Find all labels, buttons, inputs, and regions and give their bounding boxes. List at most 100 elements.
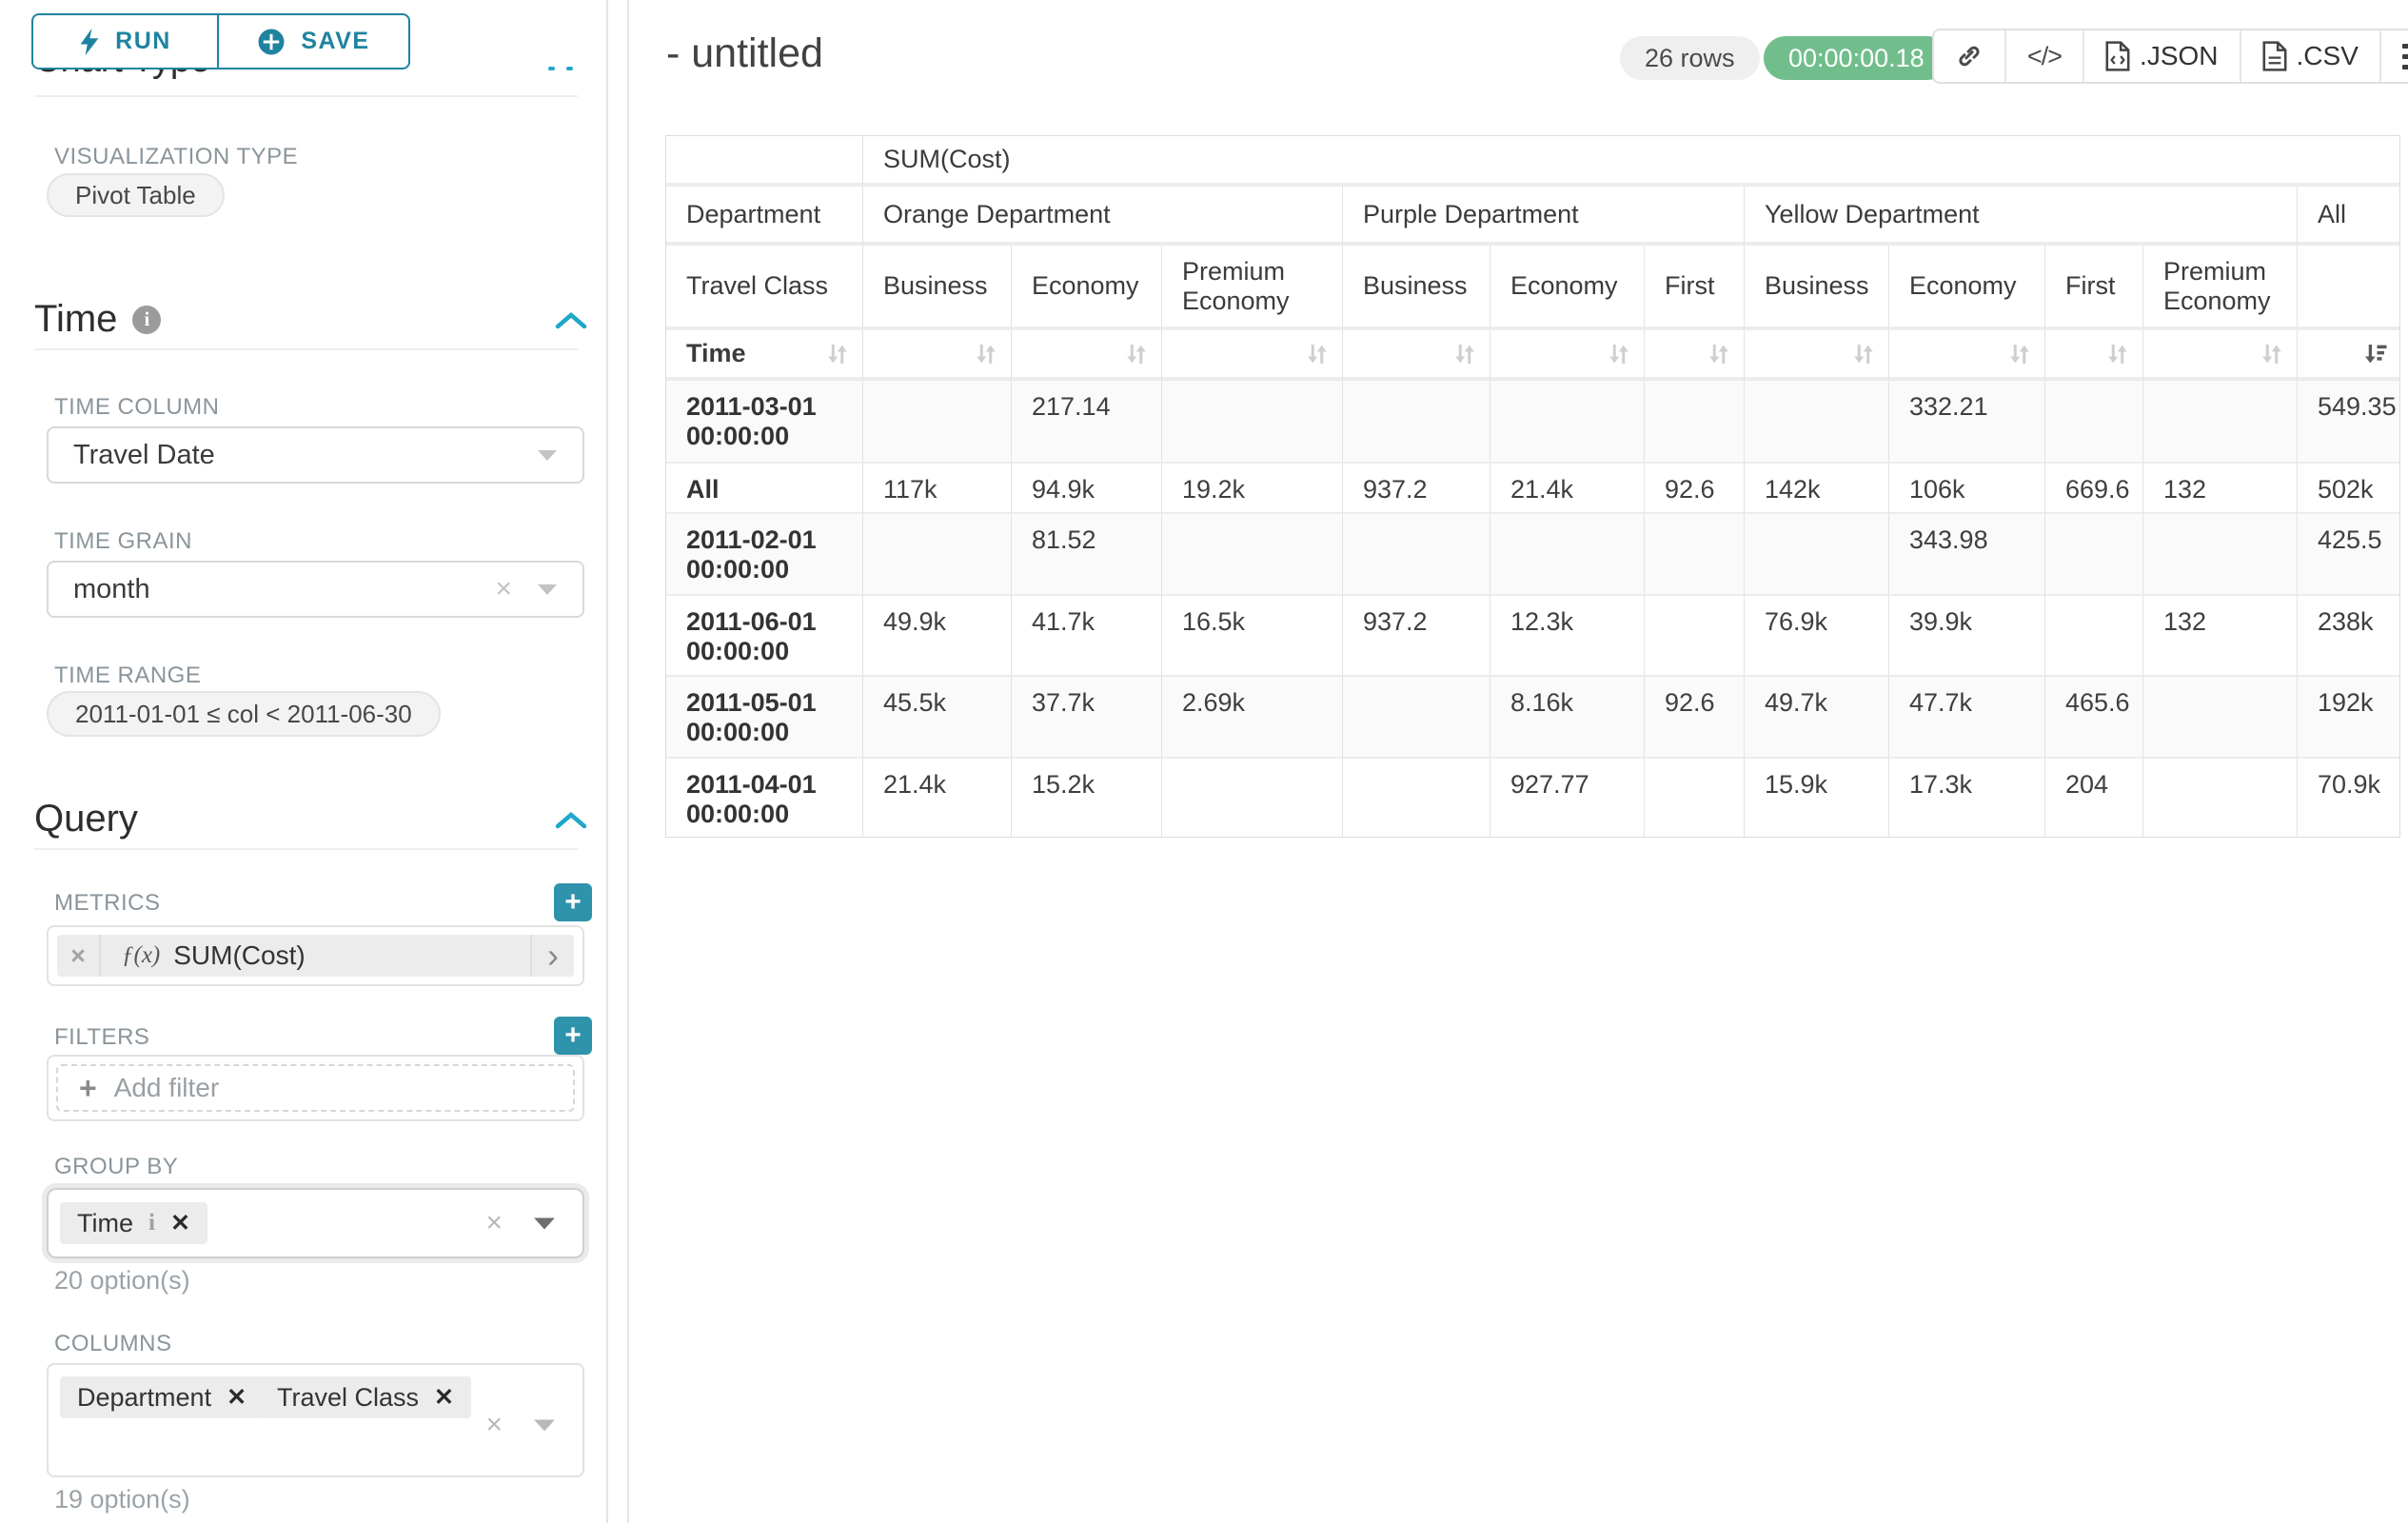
columns-chip[interactable]: Travel Class ✕ <box>260 1376 471 1418</box>
value-cell <box>2045 596 2143 677</box>
time-range-pill[interactable]: 2011-01-01 ≤ col < 2011-06-30 <box>47 691 441 737</box>
time-sort-header[interactable]: Time <box>666 330 863 381</box>
caret-down-icon <box>533 1216 556 1231</box>
bolt-icon <box>79 28 100 56</box>
expand-metric-icon[interactable]: › <box>530 935 574 977</box>
sort-icon[interactable] <box>2257 340 2287 368</box>
chart-title[interactable]: - untitled <box>666 30 823 77</box>
sort-header[interactable] <box>1490 330 1645 381</box>
panel-resize-gutter[interactable] <box>606 0 608 1523</box>
sort-desc-icon[interactable] <box>2359 340 2390 368</box>
copy-link-button[interactable] <box>1934 30 2006 82</box>
column-group-header: Yellow Department <box>1745 187 2298 246</box>
value-cell <box>1343 381 1490 464</box>
sort-header[interactable] <box>1889 330 2045 381</box>
value-cell: 238k <box>2298 596 2399 677</box>
value-cell: 343.98 <box>1889 514 2045 596</box>
time-grain-select[interactable]: month × <box>47 561 584 618</box>
pivot-corner-cell <box>666 136 863 187</box>
save-button[interactable]: SAVE <box>218 13 410 69</box>
sort-icon[interactable] <box>1121 340 1152 368</box>
add-filter-plus-button[interactable]: + <box>554 1017 592 1055</box>
table-row: 2011-06-01 00:00:0049.9k41.7k16.5k937.21… <box>666 596 2399 677</box>
time-section-heading: Time i <box>34 298 161 341</box>
column-subgroup-header: First <box>1645 246 1745 330</box>
sort-icon[interactable] <box>1704 340 1734 368</box>
clear-icon[interactable]: × <box>485 1409 503 1441</box>
value-cell <box>1162 381 1343 464</box>
clear-icon[interactable]: × <box>495 573 512 605</box>
value-cell: 927.77 <box>1490 759 1645 837</box>
value-cell <box>1645 514 1745 596</box>
time-column-select[interactable]: Travel Date <box>47 426 584 484</box>
sort-icon[interactable] <box>971 340 1001 368</box>
add-filter-button[interactable]: + Add filter <box>56 1064 575 1112</box>
collapse-time-icon[interactable] <box>554 311 588 330</box>
sort-header[interactable] <box>1012 330 1162 381</box>
sort-icon[interactable] <box>1848 340 1879 368</box>
value-cell: 16.5k <box>1162 596 1343 677</box>
remove-chip-icon[interactable]: ✕ <box>434 1383 454 1412</box>
value-cell <box>1343 759 1490 837</box>
columns-select[interactable]: Department ✕ Travel Class ✕ × <box>47 1363 584 1477</box>
sort-header-active[interactable] <box>2298 330 2399 381</box>
value-cell: 204 <box>2045 759 2143 837</box>
value-cell: 132 <box>2143 596 2298 677</box>
sort-icon[interactable] <box>1604 340 1634 368</box>
export-csv-button[interactable]: .CSV <box>2241 30 2381 82</box>
caret-down-icon <box>533 1418 556 1433</box>
sort-header[interactable] <box>1745 330 1889 381</box>
sort-icon[interactable] <box>2102 340 2133 368</box>
value-cell: 15.9k <box>1745 759 1889 837</box>
metric-chip[interactable]: × ƒ(x) SUM(Cost) › <box>57 935 574 977</box>
more-options-button[interactable] <box>2381 30 2408 82</box>
info-icon: i <box>132 306 161 334</box>
viz-type-pill[interactable]: Pivot Table <box>47 173 225 217</box>
metrics-box: × ƒ(x) SUM(Cost) › <box>47 925 584 986</box>
columns-chip[interactable]: Department ✕ <box>60 1376 264 1418</box>
sort-header[interactable] <box>1162 330 1343 381</box>
group-by-label: GROUP BY <box>54 1154 178 1180</box>
sort-icon[interactable] <box>1302 340 1332 368</box>
value-cell: 142k <box>1745 464 1889 514</box>
remove-metric-icon[interactable]: × <box>57 935 101 977</box>
time-range-label: TIME RANGE <box>54 663 201 689</box>
column-info-icon: i <box>148 1210 155 1236</box>
sort-header[interactable] <box>2045 330 2143 381</box>
embed-code-button[interactable]: </> <box>2006 30 2084 82</box>
column-subgroup-header: Economy <box>1012 246 1162 330</box>
group-by-chip[interactable]: Time i ✕ <box>60 1202 207 1244</box>
panel-drag-handle[interactable] <box>548 67 573 70</box>
table-row: 2011-03-01 00:00:00217.14332.21549.35 <box>666 381 2399 464</box>
remove-chip-icon[interactable]: ✕ <box>170 1209 190 1237</box>
sort-header[interactable] <box>1645 330 1745 381</box>
sort-header[interactable] <box>1343 330 1490 381</box>
collapse-query-icon[interactable] <box>554 811 588 830</box>
sort-icon[interactable] <box>2004 340 2035 368</box>
sort-icon[interactable] <box>822 340 853 368</box>
clear-icon[interactable]: × <box>485 1207 503 1239</box>
sort-header[interactable] <box>2143 330 2298 381</box>
value-cell <box>2143 514 2298 596</box>
group-by-select[interactable]: Time i ✕ × <box>47 1188 584 1258</box>
value-cell: 132 <box>2143 464 2298 514</box>
value-cell <box>1343 514 1490 596</box>
value-cell: 106k <box>1889 464 2045 514</box>
value-cell <box>1490 514 1645 596</box>
columns-label: COLUMNS <box>54 1331 172 1357</box>
value-cell: 332.21 <box>1889 381 2045 464</box>
export-json-button[interactable]: .JSON <box>2084 30 2240 82</box>
run-button[interactable]: RUN <box>31 13 218 69</box>
sort-header[interactable] <box>863 330 1012 381</box>
column-subgroup-header <box>2298 246 2399 330</box>
query-actions: RUN SAVE <box>31 13 410 69</box>
column-subgroup-header: Business <box>1745 246 1889 330</box>
time-column-label: TIME COLUMN <box>54 394 220 421</box>
add-metric-button[interactable]: + <box>554 883 592 921</box>
value-cell <box>1745 514 1889 596</box>
pivot-table: SUM(Cost)DepartmentOrange DepartmentPurp… <box>665 135 2400 838</box>
divider <box>34 95 578 97</box>
caret-down-icon <box>537 449 558 462</box>
remove-chip-icon[interactable]: ✕ <box>227 1383 247 1412</box>
sort-icon[interactable] <box>1450 340 1480 368</box>
